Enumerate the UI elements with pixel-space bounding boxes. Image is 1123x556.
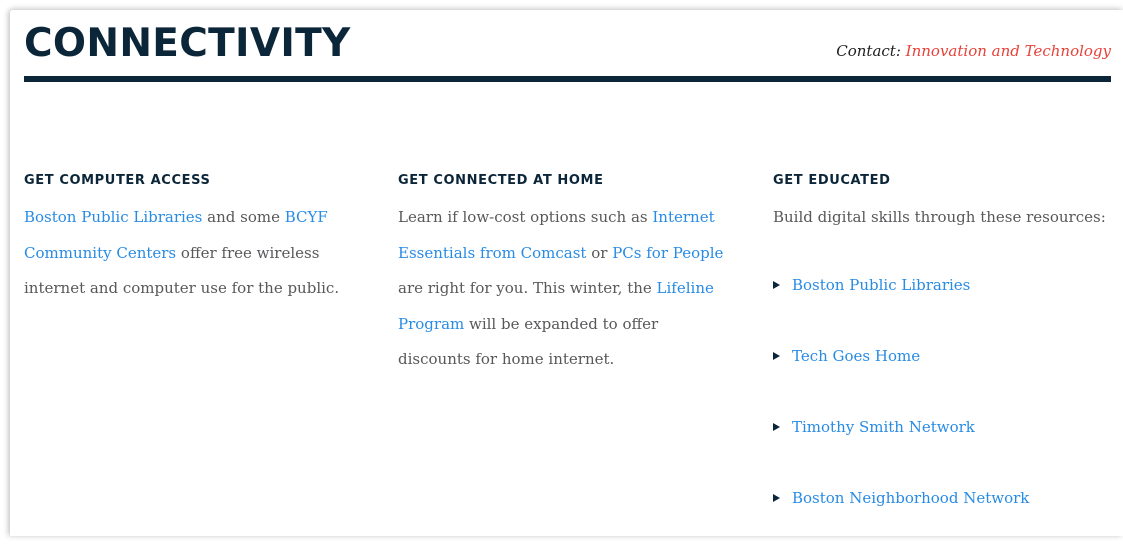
column-intro: Build digital skills through these resou… — [773, 208, 1106, 226]
triangle-right-icon — [773, 351, 780, 360]
list-item: Boston Neighborhood Network — [773, 485, 1118, 511]
column-heading: GET COMPUTER ACCESS — [24, 173, 211, 188]
list-item: Timothy Smith Network — [773, 414, 1118, 440]
column-get-educated: GET EDUCATED Build digital skills throug… — [773, 170, 1118, 556]
triangle-right-icon — [773, 493, 780, 502]
resource-link-tech-goes-home[interactable]: Tech Goes Home — [792, 343, 920, 369]
column-paragraph: Boston Public Libraries and some BCYF Co… — [24, 200, 354, 307]
triangle-right-icon — [773, 422, 780, 431]
contact-link[interactable]: Innovation and Technology — [906, 42, 1111, 60]
list-item: Tech Goes Home — [773, 343, 1118, 369]
column-heading: GET EDUCATED — [773, 173, 891, 188]
triangle-right-icon — [773, 280, 780, 289]
column-computer-access: GET COMPUTER ACCESS Boston Public Librar… — [24, 170, 354, 307]
column-heading: GET CONNECTED AT HOME — [398, 173, 604, 188]
resource-link-boston-neighborhood-network[interactable]: Boston Neighborhood Network — [792, 485, 1029, 511]
list-item: Boston Public Libraries — [773, 272, 1118, 298]
column-paragraph: Learn if low-cost options such as Intern… — [398, 200, 728, 378]
paragraph-text: and some — [202, 208, 285, 226]
paragraph-text: Learn if low-cost options such as — [398, 208, 653, 226]
section-header: CONNECTIVITY Contact: Innovation and Tec… — [24, 10, 1111, 82]
paragraph-text: are right for you. This winter, the — [398, 279, 657, 297]
resource-list: Boston Public Libraries Tech Goes Home T… — [773, 272, 1118, 511]
contact-info: Contact: Innovation and Technology — [836, 42, 1111, 60]
pcs-for-people-link[interactable]: PCs for People — [612, 244, 723, 262]
resource-link-boston-public-libraries[interactable]: Boston Public Libraries — [792, 272, 970, 298]
paragraph-text: or — [586, 243, 613, 262]
content-panel: CONNECTIVITY Contact: Innovation and Tec… — [10, 10, 1123, 536]
column-connected-at-home: GET CONNECTED AT HOME Learn if low-cost … — [398, 170, 728, 378]
page-title: CONNECTIVITY — [24, 21, 351, 66]
resource-link-timothy-smith-network[interactable]: Timothy Smith Network — [792, 414, 975, 440]
contact-label: Contact: — [836, 42, 901, 60]
boston-public-libraries-link[interactable]: Boston Public Libraries — [24, 208, 202, 226]
